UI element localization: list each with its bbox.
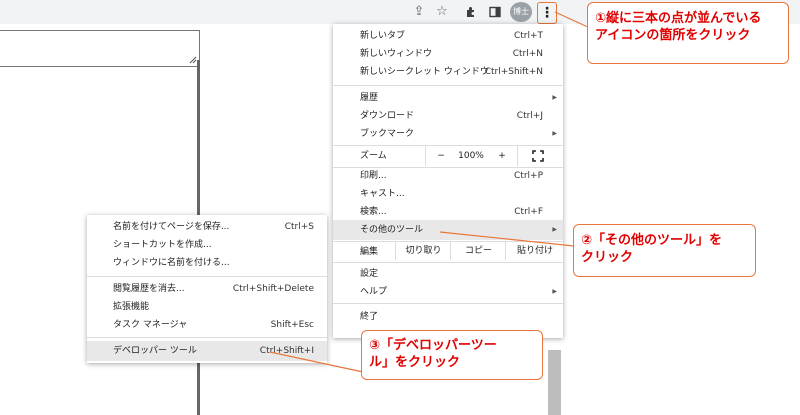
callout-step2: ②「その他のツール」を クリック	[573, 224, 756, 277]
callout-text: クリック	[581, 250, 634, 265]
callout-text: アイコンの箇所をクリック	[595, 28, 751, 43]
callout-text: ル」をクリック	[369, 355, 461, 370]
callout-step3: ③「デベロッパーツー ル」をクリック	[361, 330, 543, 380]
callout-text: ①縦に三本の点が並んでいる	[595, 11, 762, 26]
callout-step1: ①縦に三本の点が並んでいる アイコンの箇所をクリック	[587, 2, 789, 64]
callout-text: ③「デベロッパーツー	[369, 338, 497, 353]
callout-text: ②「その他のツール」を	[581, 233, 723, 248]
